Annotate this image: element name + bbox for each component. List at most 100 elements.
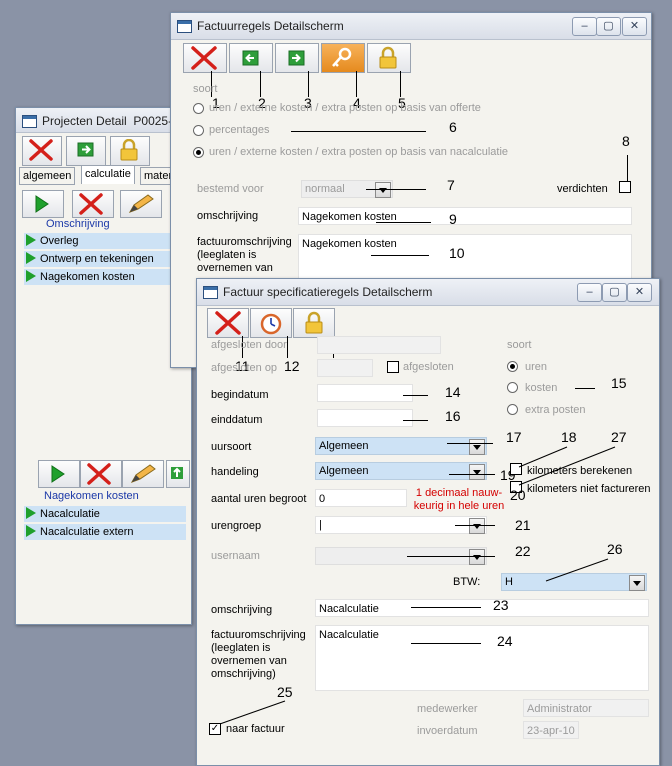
callout-line bbox=[455, 525, 495, 526]
radio-percentages[interactable] bbox=[193, 125, 204, 136]
close-button[interactable]: ✕ bbox=[627, 283, 652, 302]
radio-nacalculatie[interactable] bbox=[193, 147, 204, 158]
play-icon bbox=[26, 525, 36, 538]
upload-button[interactable] bbox=[166, 460, 190, 488]
callout-line bbox=[308, 71, 309, 97]
radio-kosten[interactable] bbox=[507, 382, 518, 393]
factuuromschrijving-field[interactable]: Nagekomen kosten bbox=[298, 234, 632, 282]
timer-button[interactable] bbox=[250, 308, 292, 338]
callout-15: 15 bbox=[611, 375, 627, 391]
verdichten-label: verdichten bbox=[557, 183, 608, 195]
list-item[interactable]: Ontwerp en tekeningen bbox=[24, 251, 186, 267]
maximize-button[interactable]: ▢ bbox=[602, 283, 627, 302]
radio-extra-posten[interactable] bbox=[507, 404, 518, 415]
lock-button[interactable] bbox=[110, 136, 150, 166]
callout-7: 7 bbox=[447, 177, 455, 193]
play-icon bbox=[26, 252, 36, 265]
edit-button[interactable] bbox=[120, 190, 162, 218]
btw-label: BTW: bbox=[453, 576, 481, 588]
arrow-up-icon bbox=[171, 467, 183, 479]
tab-algemeen[interactable]: algemeen bbox=[19, 167, 76, 185]
uursoort-select[interactable]: Algemeen bbox=[315, 437, 487, 455]
decimal-note: 1 decimaal nauw-keurig in hele uren bbox=[413, 487, 505, 512]
callout-line bbox=[627, 155, 628, 181]
omschrijving-field[interactable]: Nacalculatie bbox=[315, 599, 649, 617]
callout-line bbox=[400, 71, 401, 97]
einddatum-field[interactable] bbox=[317, 409, 413, 427]
chevron-down-icon bbox=[469, 464, 485, 480]
minimize-button[interactable]: ‒ bbox=[572, 17, 597, 36]
lock-icon bbox=[379, 46, 397, 69]
factuuromschrijving-label: factuuromschrijving (leeglaten is overne… bbox=[197, 236, 292, 274]
delete-button[interactable] bbox=[207, 308, 249, 338]
arrow-left-icon bbox=[242, 50, 259, 66]
callout-line bbox=[407, 556, 495, 557]
pencil-icon bbox=[128, 194, 154, 213]
aantal-uren-field[interactable]: 0 bbox=[315, 489, 407, 507]
pencil-icon bbox=[130, 464, 156, 483]
omschrijving-field[interactable]: Nagekomen kosten bbox=[298, 207, 632, 225]
factuurregels-titlebar[interactable]: Factuurregels Detailscherm ‒ ▢ ✕ bbox=[171, 13, 651, 40]
specificatie-titlebar[interactable]: Factuur specificatieregels Detailscherm … bbox=[197, 279, 659, 306]
minimize-button[interactable]: ‒ bbox=[577, 283, 602, 302]
einddatum-label: einddatum bbox=[211, 414, 263, 426]
key-button[interactable] bbox=[321, 43, 365, 73]
factuuromschrijving-field[interactable]: Nacalculatie bbox=[315, 625, 649, 691]
specificatie-window: Factuur specificatieregels Detailscherm … bbox=[196, 278, 660, 766]
delete-row-button[interactable] bbox=[72, 190, 114, 218]
callout-26: 26 bbox=[607, 541, 623, 557]
tab-calculatie[interactable]: calculatie bbox=[81, 165, 135, 184]
callout-line bbox=[356, 71, 357, 97]
callout-line bbox=[403, 420, 428, 421]
radio-offerte[interactable] bbox=[193, 103, 204, 114]
afgesloten-door-field bbox=[317, 336, 441, 354]
list-item[interactable]: Overleg bbox=[24, 233, 186, 249]
delete-row-button-2[interactable] bbox=[80, 460, 122, 488]
bestemd-voor-label: bestemd voor bbox=[197, 183, 264, 195]
callout-line bbox=[411, 607, 481, 608]
afgesloten-checkbox[interactable] bbox=[387, 361, 399, 373]
maximize-button[interactable]: ▢ bbox=[596, 17, 621, 36]
begindatum-field[interactable] bbox=[317, 384, 413, 402]
previous-button[interactable] bbox=[229, 43, 273, 73]
handeling-select[interactable]: Algemeen bbox=[315, 462, 487, 480]
close-button[interactable]: ✕ bbox=[622, 17, 647, 36]
play-icon bbox=[35, 195, 49, 213]
red-x-icon bbox=[87, 463, 111, 485]
chevron-down-icon bbox=[375, 182, 391, 198]
window-title: Factuurregels Detailscherm bbox=[197, 19, 344, 33]
verdichten-checkbox[interactable] bbox=[619, 181, 631, 193]
red-x-icon bbox=[191, 46, 217, 70]
radio-uren[interactable] bbox=[507, 361, 518, 372]
naar-factuur-checkbox[interactable]: ✓ bbox=[209, 723, 221, 735]
edit-button-2[interactable] bbox=[122, 460, 164, 488]
callout-line bbox=[575, 388, 595, 389]
radio-kosten-label: kosten bbox=[525, 382, 558, 394]
add-button[interactable] bbox=[22, 190, 64, 218]
list-item[interactable]: Nacalculatie extern bbox=[24, 524, 186, 540]
callout-line bbox=[449, 474, 495, 475]
next-button[interactable] bbox=[275, 43, 319, 73]
lock-button[interactable] bbox=[367, 43, 411, 73]
list-item[interactable]: Nacalculatie bbox=[24, 506, 186, 522]
medewerker-label: medewerker bbox=[417, 703, 478, 715]
arrow-right-icon bbox=[77, 142, 94, 157]
soort-label: soort bbox=[193, 83, 218, 95]
callout-23: 23 bbox=[493, 597, 509, 613]
delete-button[interactable] bbox=[183, 43, 227, 73]
callout-line bbox=[411, 643, 481, 644]
radio-uren-label: uren bbox=[525, 361, 548, 373]
invoerdatum-label: invoerdatum bbox=[417, 725, 478, 737]
callout-20: 20 bbox=[510, 487, 526, 503]
chevron-down-icon bbox=[629, 575, 645, 591]
delete-button[interactable] bbox=[22, 136, 62, 166]
lock-button[interactable] bbox=[293, 308, 335, 338]
callout-line bbox=[447, 443, 493, 444]
list-item[interactable]: Nagekomen kosten bbox=[24, 269, 186, 285]
callout-line bbox=[403, 395, 428, 396]
list1-header: Omschrijving bbox=[46, 218, 110, 230]
projecten-titlebar[interactable]: Projecten Detail P0025- bbox=[16, 108, 191, 133]
next-button[interactable] bbox=[66, 136, 106, 166]
add-button-2[interactable] bbox=[38, 460, 80, 488]
window-icon bbox=[203, 286, 218, 299]
